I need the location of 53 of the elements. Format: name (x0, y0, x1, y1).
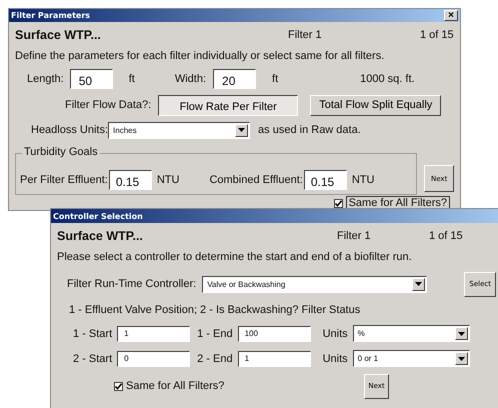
checkbox[interactable] (114, 382, 123, 390)
input-field[interactable]: 20 (213, 69, 256, 89)
checkbox[interactable] (334, 198, 343, 208)
window-title: Filter Parameters (11, 11, 90, 20)
field-label: Units (322, 328, 348, 340)
plant-name: Surface WTP... (15, 28, 102, 42)
filter-name: Filter 1 (337, 230, 372, 242)
input-field[interactable]: 0.15 (304, 170, 347, 190)
field-label: Units (322, 352, 348, 364)
field-label: Headloss Units: (31, 124, 108, 136)
dropdown[interactable]: 0 or 1 (352, 350, 470, 367)
note-text: as used in Raw data. (258, 124, 361, 136)
field-label: Per Filter Effluent: (20, 174, 108, 186)
plant-name: Surface WTP... (57, 229, 144, 243)
input-field[interactable]: 0 (117, 350, 190, 366)
toggle-button[interactable]: Total Flow Split Equally (310, 94, 442, 116)
caret-icon (458, 332, 465, 336)
unit-label: NTU (352, 174, 374, 186)
field-label: 1 - End (197, 328, 233, 340)
caret-icon (458, 356, 465, 360)
input-field[interactable]: 100 (238, 326, 311, 342)
instructions-text: Please select a controller to determine the start and end of a biofilter run. (57, 251, 413, 265)
legend-text: 1 - Effluent Valve Position; 2 - Is Backwashing? Filter Status (69, 303, 362, 318)
field-label: Filter Flow Data?: (65, 99, 152, 111)
unit-label: ft (128, 73, 135, 85)
dropdown[interactable]: Inches (108, 122, 250, 138)
instructions-text: Define the parameters for each filter individually or select same for all filters. (15, 50, 386, 64)
caret-icon (238, 128, 246, 132)
unit-label: ft (272, 73, 278, 85)
field-label: 2 - End (197, 352, 233, 364)
dropdown[interactable]: % (352, 325, 470, 342)
field-label: Combined Effluent: (209, 174, 303, 186)
input-field[interactable]: 50 (70, 69, 113, 89)
area-text: 1000 sq. ft. (360, 73, 415, 85)
field-label: Width: (174, 73, 206, 85)
caret-icon (415, 282, 422, 286)
field-label: Filter Run-Time Controller: (67, 278, 196, 290)
field-label: 2 - Start (73, 352, 112, 364)
dropdown[interactable]: Valve or Backwashing (202, 276, 428, 292)
field-label: 1 - Start (73, 328, 112, 340)
checkbox-label: Same for All Filters? (126, 380, 224, 392)
input-field[interactable]: 1 (238, 350, 311, 366)
filter-position: 1 of 15 (420, 29, 454, 41)
toggle-button[interactable]: Flow Rate Per Filter (158, 94, 298, 116)
input-field[interactable]: 1 (117, 326, 190, 342)
unit-label: NTU (156, 174, 180, 186)
filter-position: 1 of 15 (429, 230, 463, 242)
filter-name: Filter 1 (288, 29, 323, 41)
field-label: Length: (27, 73, 64, 85)
window-title: Controller Selection (53, 212, 143, 220)
close-button[interactable]: × (444, 10, 458, 21)
group-label: Turbidity Goals (22, 146, 100, 158)
input-field[interactable]: 0.15 (108, 170, 152, 190)
